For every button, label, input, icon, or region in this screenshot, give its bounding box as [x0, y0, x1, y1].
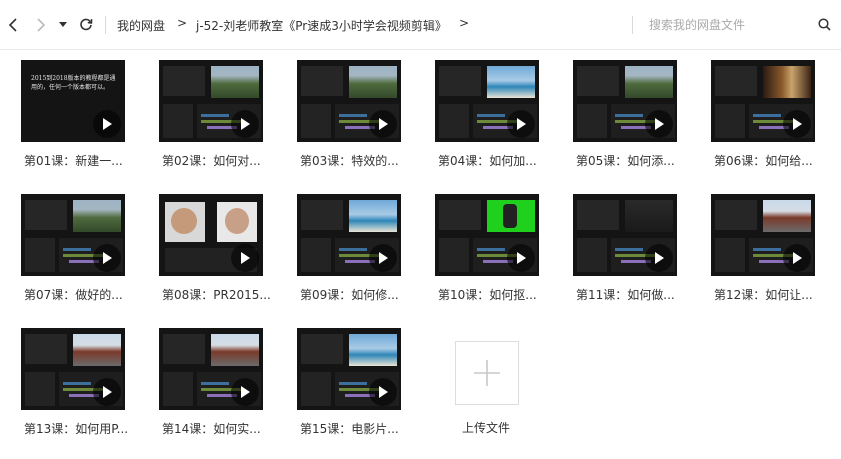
video-file-item[interactable]: 第10课：如何抠... — [435, 194, 539, 302]
video-file-item[interactable]: 第09课：如何修... — [297, 194, 401, 302]
video-file-item[interactable]: 第13课：如何用P... — [21, 328, 128, 436]
file-name: 第05课：如何添... — [576, 154, 675, 168]
chevron-left-icon — [8, 18, 17, 32]
chevron-right-icon — [37, 18, 46, 32]
video-thumbnail[interactable] — [435, 194, 539, 276]
video-thumbnail[interactable] — [573, 60, 677, 142]
video-thumbnail[interactable] — [297, 328, 401, 410]
file-name: 第14课：如何实... — [162, 422, 261, 436]
file-name: 第13课：如何用P... — [24, 422, 129, 436]
play-icon[interactable] — [507, 244, 535, 272]
play-icon[interactable] — [93, 110, 121, 138]
video-file-item[interactable]: 第02课：如何对... — [159, 60, 263, 168]
video-file-item[interactable]: 第03课：特效的... — [297, 60, 401, 168]
file-name: 第03课：特效的... — [300, 154, 399, 168]
play-icon[interactable] — [231, 244, 259, 272]
file-name: 第11课：如何做... — [576, 288, 675, 302]
video-file-item[interactable]: 第06课：如何给... — [711, 60, 815, 168]
file-name: 第08课：PR2015... — [162, 288, 271, 302]
video-thumbnail[interactable] — [21, 194, 125, 276]
file-name: 第04课：如何加... — [438, 154, 537, 168]
video-file-item[interactable]: 第14课：如何实... — [159, 328, 263, 436]
video-thumbnail[interactable]: 2015到2018版本的教程都是通用的，任何一个版本都可以。 — [21, 60, 125, 142]
video-thumbnail[interactable] — [711, 194, 815, 276]
file-name: 第02课：如何对... — [162, 154, 261, 168]
video-file-item[interactable]: 第15课：电影片... — [297, 328, 401, 436]
video-file-item[interactable]: 第07课：做好的... — [21, 194, 125, 302]
file-name: 第06课：如何给... — [714, 154, 813, 168]
file-name: 第07课：做好的... — [24, 288, 123, 302]
video-file-item[interactable]: 第12课：如何让... — [711, 194, 815, 302]
video-thumbnail[interactable] — [297, 194, 401, 276]
play-icon[interactable] — [369, 110, 397, 138]
video-thumbnail[interactable] — [711, 60, 815, 142]
video-thumbnail[interactable] — [21, 328, 125, 410]
upload-file-button[interactable] — [455, 341, 519, 405]
play-icon[interactable] — [93, 244, 121, 272]
refresh-icon — [80, 18, 93, 31]
video-thumbnail[interactable] — [159, 194, 263, 276]
back-button[interactable] — [2, 14, 24, 36]
play-icon[interactable] — [369, 244, 397, 272]
file-name: 第15课：电影片... — [300, 422, 399, 436]
video-thumbnail[interactable] — [297, 60, 401, 142]
refresh-button[interactable] — [75, 14, 97, 36]
caret-down-icon — [59, 22, 67, 27]
video-file-item[interactable]: 第04课：如何加... — [435, 60, 539, 168]
file-name: 第01课：新建一... — [24, 154, 123, 168]
upload-file-label: 上传文件 — [462, 421, 511, 435]
video-thumbnail[interactable] — [435, 60, 539, 142]
video-thumbnail[interactable] — [159, 328, 263, 410]
play-icon[interactable] — [783, 110, 811, 138]
breadcrumb-expand-icon[interactable]: > — [459, 16, 469, 30]
file-name: 第12课：如何让... — [714, 288, 813, 302]
breadcrumb-separator-icon: > — [177, 16, 188, 30]
play-icon[interactable] — [507, 110, 535, 138]
play-icon[interactable] — [231, 378, 259, 406]
play-icon[interactable] — [369, 378, 397, 406]
breadcrumb-root[interactable]: 我的网盘 — [117, 17, 165, 34]
video-file-item[interactable]: 第11课：如何做... — [573, 194, 677, 302]
play-icon[interactable] — [645, 110, 673, 138]
play-icon[interactable] — [783, 244, 811, 272]
breadcrumb-current-folder[interactable]: j-52-刘老师教室《Pr速成3小时学会视频剪辑》 — [196, 17, 447, 34]
video-file-item[interactable]: 第05课：如何添... — [573, 60, 677, 168]
play-icon[interactable] — [645, 244, 673, 272]
video-file-item[interactable]: 第08课：PR2015... — [159, 194, 271, 302]
video-thumbnail[interactable] — [159, 60, 263, 142]
toolbar-separator — [105, 16, 106, 34]
file-name: 第09课：如何修... — [300, 288, 399, 302]
video-thumbnail[interactable] — [573, 194, 677, 276]
top-bar: 我的网盘 > j-52-刘老师教室《Pr速成3小时学会视频剪辑》 > — [0, 0, 841, 50]
search-input[interactable] — [645, 13, 823, 37]
search-icon[interactable] — [818, 18, 831, 31]
history-dropdown-button[interactable] — [54, 14, 72, 36]
video-file-item[interactable]: 2015到2018版本的教程都是通用的，任何一个版本都可以。 第01课：新建一..… — [21, 60, 125, 168]
plus-icon — [474, 360, 500, 386]
play-icon[interactable] — [231, 110, 259, 138]
file-name: 第10课：如何抠... — [438, 288, 537, 302]
search-separator — [632, 16, 633, 34]
play-icon[interactable] — [93, 378, 121, 406]
thumbnail-text: 2015到2018版本的教程都是通用的，任何一个版本都可以。 — [31, 75, 116, 91]
forward-button[interactable] — [30, 14, 52, 36]
